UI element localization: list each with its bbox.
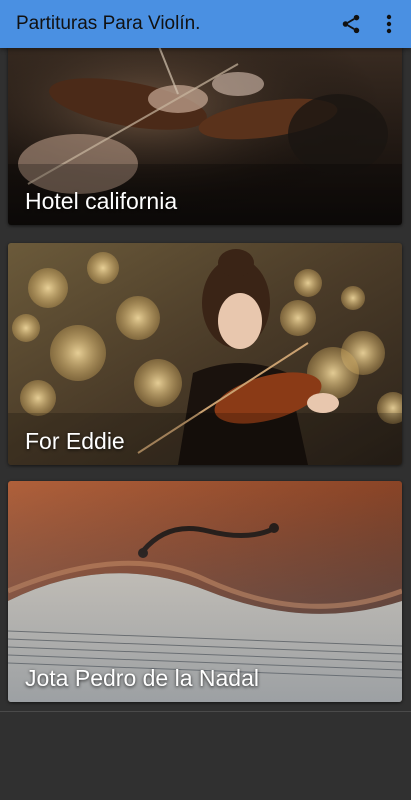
song-card[interactable]: Hotel california (8, 48, 402, 225)
more-options-button[interactable] (371, 0, 407, 48)
more-vert-icon (386, 14, 392, 34)
divider (0, 711, 411, 712)
share-button[interactable] (331, 0, 371, 48)
song-title: Jota Pedro de la Nadal (25, 665, 259, 691)
share-icon (342, 14, 360, 34)
song-list: Hotel california For Eddie Jota Pedro de… (0, 48, 411, 712)
song-card[interactable]: Jota Pedro de la Nadal (8, 481, 402, 702)
song-card[interactable]: For Eddie (8, 243, 402, 465)
app-bar: Partituras Para Violín. (0, 0, 411, 48)
song-title: For Eddie (25, 428, 125, 454)
song-title: Hotel california (25, 188, 178, 214)
app-title: Partituras Para Violín. (16, 13, 201, 34)
